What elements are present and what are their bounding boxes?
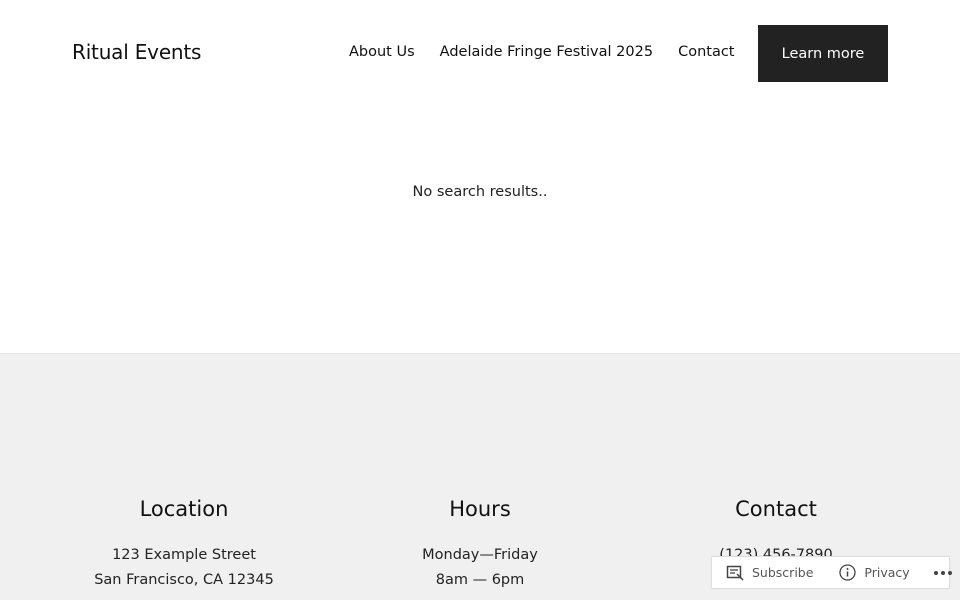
more-button[interactable] — [933, 570, 952, 575]
contact-heading: Contact — [735, 497, 817, 521]
nav-item-adelaide-fringe[interactable]: Adelaide Fringe Festival 2025 — [440, 44, 653, 60]
privacy-label: Privacy — [864, 565, 910, 580]
nav-item-about-us[interactable]: About Us — [349, 44, 415, 60]
privacy-button[interactable]: Privacy — [839, 564, 910, 581]
location-heading: Location — [139, 497, 229, 521]
site-header: Ritual Events About Us Adelaide Fringe F… — [0, 0, 960, 107]
no-results-message: No search results.. — [412, 184, 548, 200]
footer-location: Location 123 Example Street San Francisc… — [34, 497, 334, 593]
reader-icon — [726, 565, 744, 581]
location-line-1: 123 Example Street — [112, 547, 256, 563]
site-title[interactable]: Ritual Events — [72, 40, 201, 64]
more-icon — [933, 570, 952, 575]
main-nav: About Us Adelaide Fringe Festival 2025 C… — [349, 44, 735, 60]
hours-heading: Hours — [449, 497, 511, 521]
actions-bar: Subscribe Privacy — [711, 556, 952, 589]
footer-hours: Hours Monday—Friday 8am — 6pm — [330, 497, 630, 593]
nav-item-contact[interactable]: Contact — [678, 44, 734, 60]
hours-line-1: Monday—Friday — [422, 547, 538, 563]
subscribe-label: Subscribe — [752, 565, 814, 580]
hours-line-2: 8am — 6pm — [435, 572, 525, 588]
location-line-2: San Francisco, CA 12345 — [94, 572, 274, 588]
info-icon — [839, 564, 857, 581]
subscribe-button[interactable]: Subscribe — [726, 565, 813, 581]
learn-more-button[interactable]: Learn more — [758, 25, 888, 82]
